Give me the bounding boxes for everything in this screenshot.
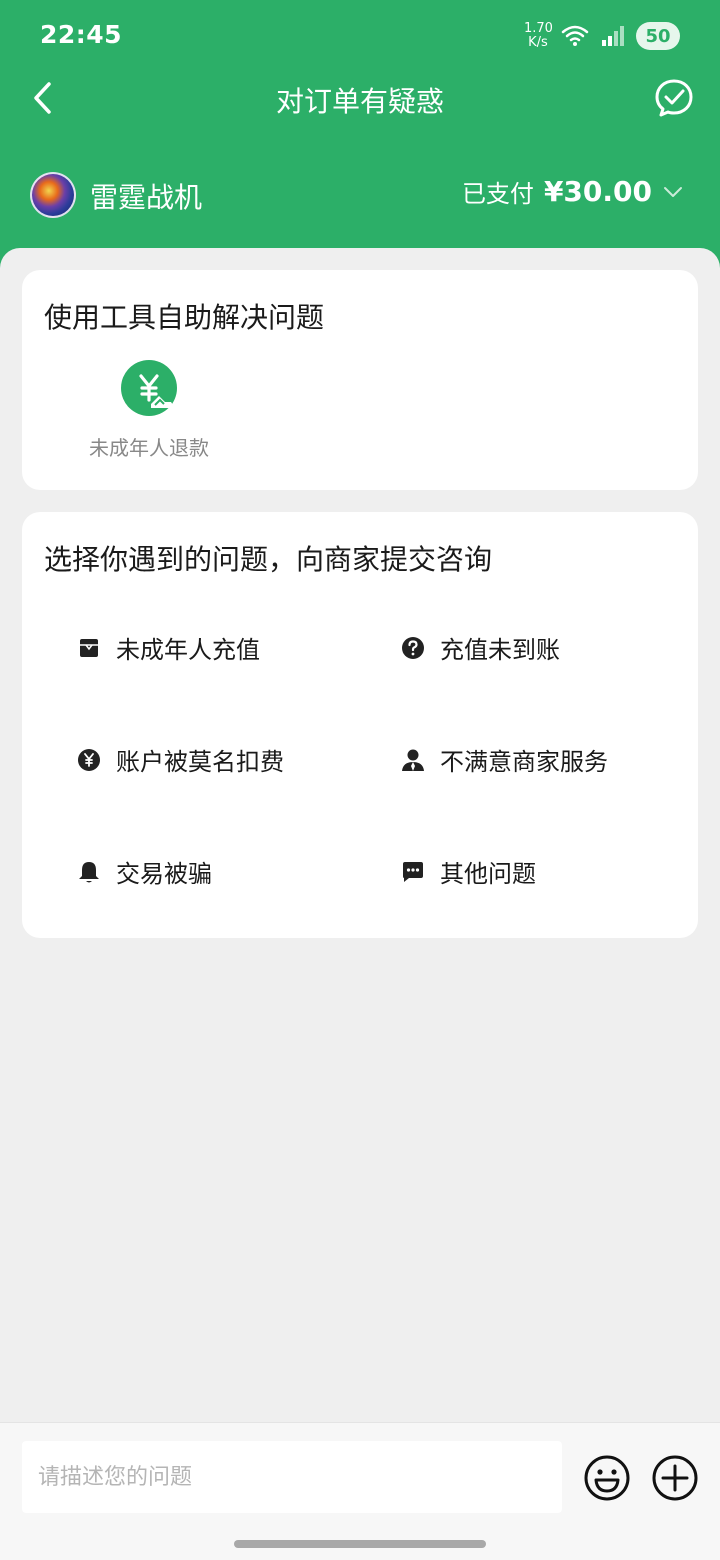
emoji-icon[interactable]	[582, 1453, 632, 1503]
network-speed: 1.70 K/s	[524, 21, 553, 50]
home-indicator[interactable]	[234, 1540, 486, 1548]
paid-amount: ¥30.00	[543, 175, 652, 208]
gift-box-icon	[80, 638, 98, 657]
tool-label: 未成年人退款	[89, 436, 209, 460]
status-time: 22:45	[40, 20, 123, 49]
self-help-title: 使用工具自助解决问题	[44, 301, 325, 334]
issue-label: 交易被骗	[116, 860, 212, 888]
person-icon	[402, 749, 424, 771]
chevron-down-icon	[664, 186, 682, 197]
nav-bar: 对订单有疑惑	[0, 72, 720, 124]
network-speed-unit: K/s	[528, 35, 548, 50]
merchant-avatar	[30, 172, 76, 218]
issues-card: 选择你遇到的问题，向商家提交咨询 未成年人充值 充值未到账 账户被莫名扣费 不满…	[22, 512, 698, 938]
status-indicators: 1.70 K/s 50	[524, 18, 680, 54]
issue-scammed[interactable]: 交易被骗	[76, 854, 212, 889]
issue-recharge-not-received[interactable]: 充值未到账	[400, 630, 560, 665]
payment-summary[interactable]: 已支付 ¥30.00	[462, 174, 684, 209]
network-speed-value: 1.70	[524, 21, 553, 36]
issues-title: 选择你遇到的问题，向商家提交咨询	[44, 543, 493, 576]
bell-icon	[79, 861, 99, 882]
yuan-circle-icon	[78, 748, 100, 771]
wifi-icon	[561, 25, 589, 46]
status-bar: 22:45 1.70 K/s 50	[0, 0, 720, 72]
issue-unexpected-charge[interactable]: 账户被莫名扣费	[76, 742, 284, 777]
issue-unsatisfied-service[interactable]: 不满意商家服务	[400, 742, 608, 777]
message-input[interactable]	[22, 1441, 562, 1513]
self-help-card: 使用工具自助解决问题 未成年人退款	[22, 270, 698, 490]
page-title: 对订单有疑惑	[275, 85, 444, 118]
customer-service-button[interactable]	[652, 76, 696, 120]
merchant-name: 雷霆战机	[90, 181, 203, 214]
plus-circle-icon[interactable]	[650, 1453, 700, 1503]
issue-minor-recharge[interactable]: 未成年人充值	[76, 630, 260, 665]
issue-label: 不满意商家服务	[440, 748, 608, 776]
issue-label: 账户被莫名扣费	[116, 748, 284, 776]
cellular-signal-icon	[602, 26, 624, 46]
paid-label: 已支付	[461, 180, 534, 208]
issue-label: 未成年人充值	[116, 636, 260, 664]
merchant-row: 雷霆战机 已支付 ¥30.00	[0, 168, 720, 224]
chat-check-icon	[655, 79, 693, 117]
question-circle-icon	[402, 636, 424, 659]
issue-other[interactable]: 其他问题	[400, 854, 536, 889]
screen: 22:45 1.70 K/s 50 对订单有疑惑 雷霆战机 已支付 ¥30.00…	[0, 0, 720, 1560]
issue-label: 其他问题	[440, 860, 536, 888]
battery-indicator: 50	[636, 22, 680, 50]
chat-dots-icon	[403, 861, 423, 882]
issue-label: 充值未到账	[440, 636, 560, 664]
tool-minor-refund[interactable]: 未成年人退款	[84, 360, 214, 461]
yuan-refund-icon	[121, 360, 177, 416]
